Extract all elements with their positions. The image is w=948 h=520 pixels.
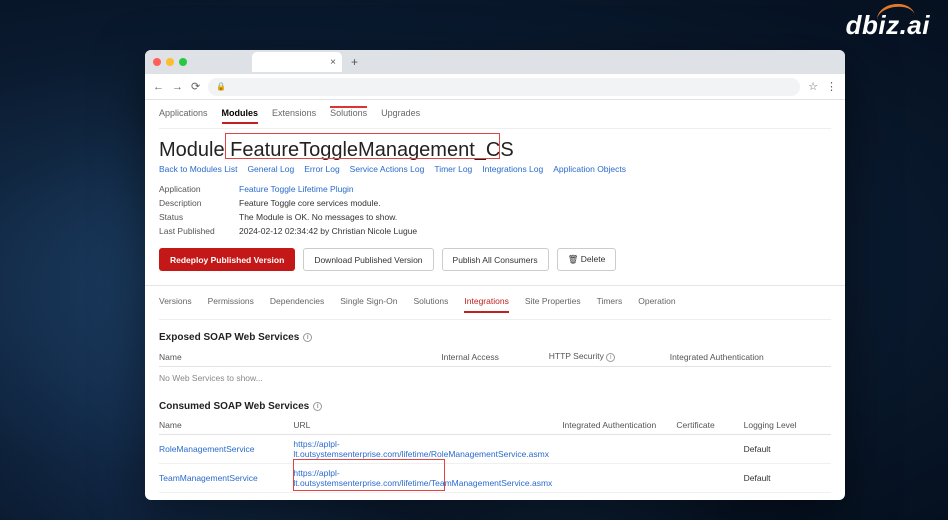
link-back-modules[interactable]: Back to Modules List	[159, 164, 237, 174]
tab-sso[interactable]: Single Sign-On	[340, 296, 397, 313]
label-application: Application	[159, 184, 239, 194]
close-tab-icon[interactable]: ×	[330, 57, 336, 68]
cell-cert	[676, 435, 743, 464]
cell-ia	[562, 464, 676, 493]
col-url: URL	[293, 416, 562, 435]
link-application-value[interactable]: Feature Toggle Lifetime Plugin	[239, 184, 354, 194]
browser-window: × + ← → ⟳ 🔒 ☆ ⋮ Applications Modules Ext…	[145, 50, 845, 500]
redeploy-button[interactable]: Redeploy Published Version	[159, 248, 295, 271]
brand-logo: dbiz.ai	[846, 10, 930, 41]
cell-log: Default	[744, 435, 831, 464]
browser-tab[interactable]: ×	[252, 52, 342, 72]
exposed-empty-message: No Web Services to show...	[159, 367, 831, 389]
value-description: Feature Toggle core services module.	[239, 198, 381, 208]
nav-upgrades[interactable]: Upgrades	[381, 108, 420, 124]
label-status: Status	[159, 212, 239, 222]
label-description: Description	[159, 198, 239, 208]
tab-bar: × +	[145, 50, 845, 74]
table-row: RoleManagementService https://aplpl-lt.o…	[159, 435, 831, 464]
col-internal-access: Internal Access	[441, 347, 549, 367]
highlight-box-url	[293, 459, 445, 491]
table-row: TeamManagementService https://aplpl-lt.o…	[159, 464, 831, 493]
label-last-published: Last Published	[159, 226, 239, 236]
col-certificate: Certificate	[676, 416, 743, 435]
nav-applications[interactable]: Applications	[159, 108, 208, 124]
bookmark-star-icon[interactable]: ☆	[808, 80, 818, 93]
exposed-section-title: Exposed SOAP Web Services i	[159, 332, 831, 343]
tab-operation[interactable]: Operation	[638, 296, 675, 313]
consumed-table: Name URL Integrated Authentication Certi…	[159, 416, 831, 493]
browser-menu-icon[interactable]: ⋮	[826, 80, 837, 93]
link-general-log[interactable]: General Log	[247, 164, 294, 174]
nav-modules[interactable]: Modules	[222, 108, 259, 124]
col-integrated-auth: Integrated Authentication	[562, 416, 676, 435]
tab-dependencies[interactable]: Dependencies	[270, 296, 324, 313]
link-service-name[interactable]: TeamManagementService	[159, 473, 258, 483]
tab-permissions[interactable]: Permissions	[208, 296, 254, 313]
value-status: The Module is OK. No messages to show.	[239, 212, 397, 222]
link-application-objects[interactable]: Application Objects	[553, 164, 626, 174]
download-button[interactable]: Download Published Version	[303, 248, 433, 271]
page-content: Applications Modules Extensions Solution…	[145, 100, 845, 500]
link-service-name[interactable]: RoleManagementService	[159, 444, 254, 454]
exposed-table: Name Internal Access HTTP Security i Int…	[159, 347, 831, 367]
nav-extensions[interactable]: Extensions	[272, 108, 316, 124]
col-name: Name	[159, 416, 293, 435]
link-error-log[interactable]: Error Log	[304, 164, 339, 174]
back-button[interactable]: ←	[153, 81, 164, 93]
consumed-section-title: Consumed SOAP Web Services i	[159, 401, 831, 412]
forward-button[interactable]: →	[172, 81, 183, 93]
col-integrated-auth: Integrated Authentication	[670, 347, 831, 367]
tab-integrations[interactable]: Integrations	[464, 296, 508, 313]
sub-tabs: Versions Permissions Dependencies Single…	[159, 286, 831, 320]
reload-button[interactable]: ⟳	[191, 80, 200, 93]
publish-all-button[interactable]: Publish All Consumers	[442, 248, 549, 271]
col-logging-level: Logging Level	[744, 416, 831, 435]
delete-button[interactable]: 🗑 Delete	[557, 248, 617, 271]
highlight-box-title	[225, 133, 500, 159]
cell-cert	[676, 464, 743, 493]
link-timer-log[interactable]: Timer Log	[434, 164, 472, 174]
trash-icon: 🗑	[568, 254, 579, 264]
nav-solutions[interactable]: Solutions	[330, 106, 367, 124]
link-service-actions-log[interactable]: Service Actions Log	[350, 164, 425, 174]
cell-ia	[562, 435, 676, 464]
new-tab-button[interactable]: +	[351, 55, 358, 69]
info-icon[interactable]: i	[606, 353, 615, 362]
minimize-window-icon[interactable]	[166, 58, 174, 66]
cell-log: Default	[744, 464, 831, 493]
value-last-published: 2024-02-12 02:34:42 by Christian Nicole …	[239, 226, 417, 236]
maximize-window-icon[interactable]	[179, 58, 187, 66]
close-window-icon[interactable]	[153, 58, 161, 66]
tab-versions[interactable]: Versions	[159, 296, 192, 313]
col-http-security: HTTP Security i	[549, 347, 670, 367]
link-integrations-log[interactable]: Integrations Log	[482, 164, 543, 174]
top-nav: Applications Modules Extensions Solution…	[159, 100, 831, 129]
lock-icon: 🔒	[216, 82, 226, 91]
address-bar: ← → ⟳ 🔒 ☆ ⋮	[145, 74, 845, 100]
tab-timers[interactable]: Timers	[597, 296, 623, 313]
tab-solutions[interactable]: Solutions	[413, 296, 448, 313]
info-icon[interactable]: i	[303, 333, 312, 342]
link-service-url[interactable]: https://aplpl-lt.outsystemsenterprise.co…	[293, 439, 549, 459]
info-icon[interactable]: i	[313, 402, 322, 411]
url-input[interactable]: 🔒	[208, 78, 800, 96]
col-name: Name	[159, 347, 441, 367]
tab-site-properties[interactable]: Site Properties	[525, 296, 581, 313]
breadcrumb-links: Back to Modules List General Log Error L…	[159, 164, 831, 174]
